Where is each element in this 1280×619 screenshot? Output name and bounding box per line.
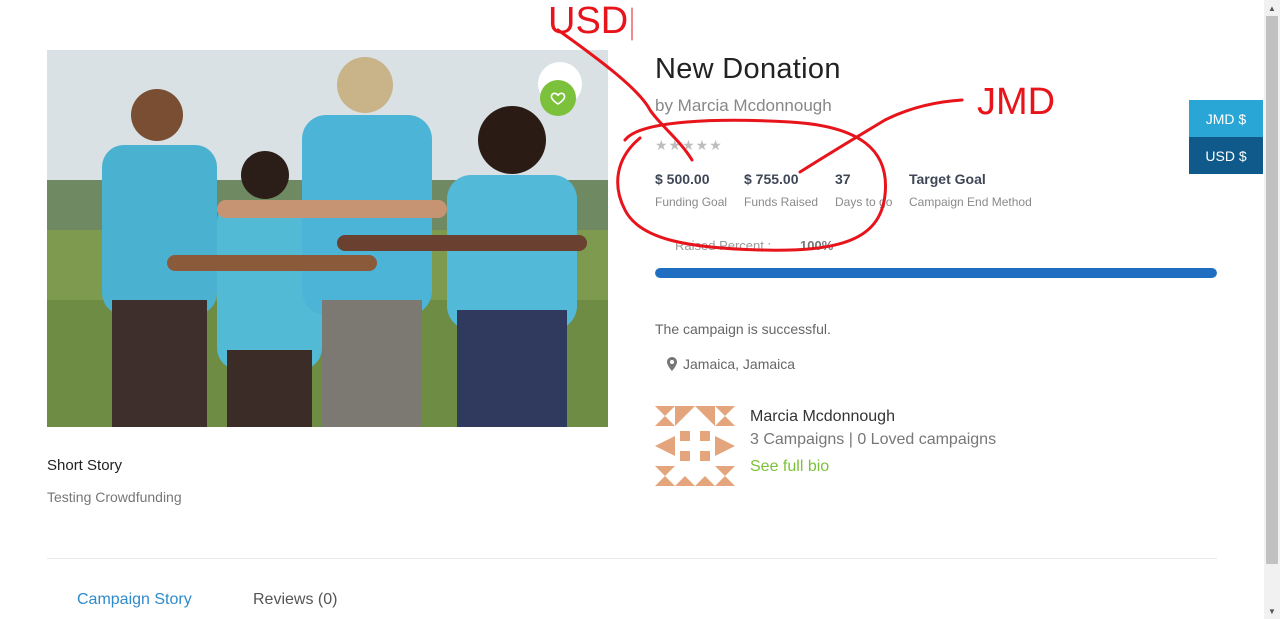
days-to-go-label: Days to go — [835, 195, 893, 209]
days-to-go-stat: 37 Days to go — [835, 171, 895, 209]
short-story-title: Short Story — [47, 457, 123, 474]
author-avatar — [655, 406, 735, 486]
tab-campaign-story[interactable]: Campaign Story — [77, 591, 192, 609]
campaign-byline: by Marcia Mcdonnough — [655, 96, 832, 115]
campaign-status: The campaign is successful. — [655, 321, 831, 337]
end-method-stat: Target Goal Campaign End Method — [909, 171, 1032, 209]
funding-goal-label: Funding Goal — [655, 195, 728, 209]
scroll-thumb[interactable] — [1266, 16, 1278, 564]
scroll-up-arrow-icon[interactable]: ▲ — [1264, 0, 1280, 16]
raised-progress-fill — [655, 268, 1217, 278]
campaign-photo — [47, 50, 608, 427]
scroll-down-arrow-icon[interactable]: ▼ — [1264, 603, 1280, 619]
raised-percent-value: 100% — [800, 238, 834, 253]
author-stats: 3 Campaigns | 0 Loved campaigns — [750, 431, 997, 448]
funds-raised-value: $ 755.00 — [744, 171, 799, 187]
campaign-title: New Donation — [655, 53, 841, 85]
raised-percent-label: Raised Percent : — [675, 238, 772, 253]
currency-jmd-button[interactable]: JMD $ — [1189, 100, 1263, 137]
see-full-bio-link[interactable]: See full bio — [750, 458, 829, 476]
annotation-jmd-label: JMD — [977, 81, 1056, 123]
heart-icon — [550, 92, 566, 105]
raised-progress-bar — [655, 268, 1217, 278]
funds-raised-stat: $ 755.00 Funds Raised — [744, 171, 818, 209]
funding-goal-stat: $ 500.00 Funding Goal — [655, 171, 727, 209]
funds-raised-label: Funds Raised — [744, 195, 819, 209]
campaign-location: Jamaica, Jamaica — [667, 356, 795, 372]
page-scrollbar[interactable]: ▲ ▼ — [1264, 0, 1280, 619]
end-method-label: Campaign End Method — [909, 195, 1032, 209]
location-text: Jamaica, Jamaica — [683, 356, 796, 372]
rating-stars: ★★★★★ — [655, 137, 723, 153]
currency-usd-button[interactable]: USD $ — [1189, 137, 1263, 174]
love-button[interactable] — [540, 80, 576, 116]
map-pin-icon — [667, 357, 677, 371]
funding-goal-value: $ 500.00 — [655, 171, 710, 187]
short-story-text: Testing Crowdfunding — [47, 489, 182, 505]
tab-reviews[interactable]: Reviews (0) — [253, 591, 337, 609]
author-name: Marcia Mcdonnough — [750, 408, 895, 425]
campaign-image — [47, 50, 608, 427]
section-divider — [47, 558, 1217, 559]
annotation-usd-label: USD — [548, 0, 629, 42]
end-method-value: Target Goal — [909, 171, 986, 187]
days-to-go-value: 37 — [835, 171, 851, 187]
